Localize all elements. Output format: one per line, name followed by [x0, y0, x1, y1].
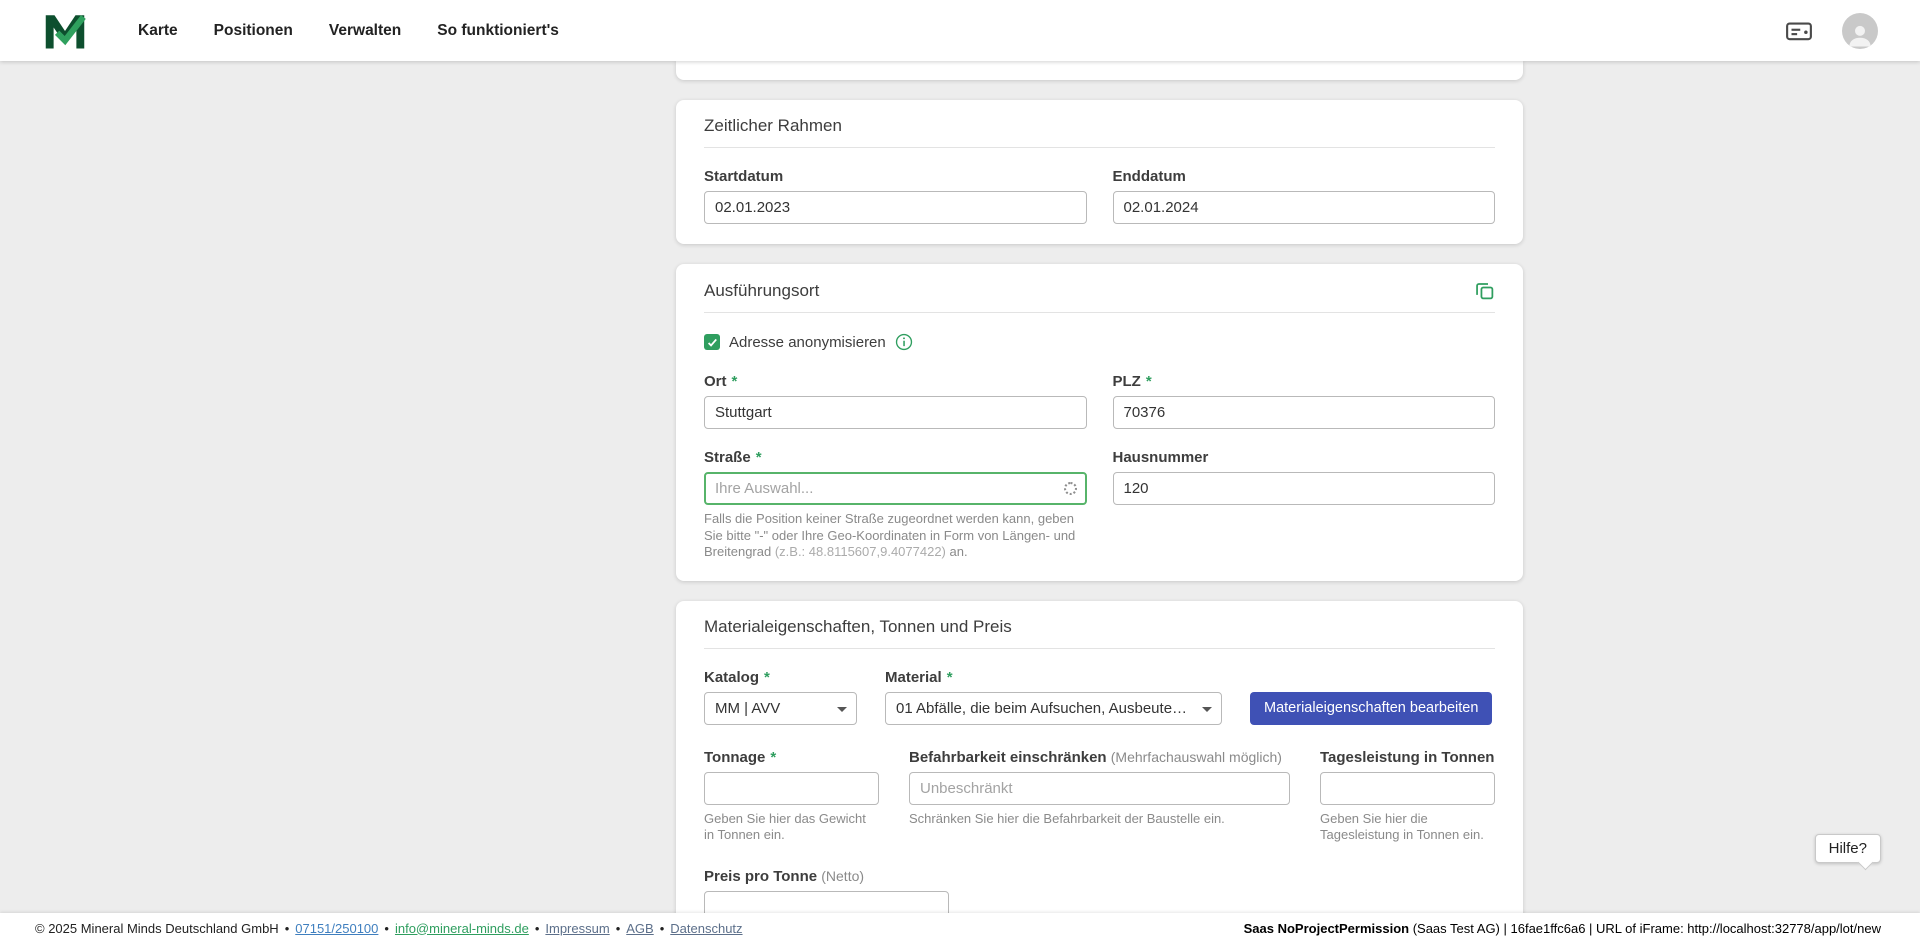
field-ort: Ort [704, 373, 1087, 429]
hausnummer-input[interactable] [1113, 472, 1496, 505]
footer-separator [610, 921, 627, 936]
ort-input[interactable] [704, 396, 1087, 429]
startdatum-input[interactable] [704, 191, 1087, 224]
user-avatar[interactable] [1842, 13, 1878, 49]
footer-copyright: © 2025 Mineral Minds Deutschland GmbH [35, 921, 279, 936]
footer-separator [529, 921, 546, 936]
katalog-select[interactable]: MM | AVV [704, 692, 857, 725]
copy-icon[interactable] [1474, 280, 1495, 301]
top-navbar: Karte Positionen Verwalten So funktionie… [0, 0, 1920, 61]
field-hausnummer: Hausnummer [1113, 449, 1496, 561]
card-title-text: Materialeigenschaften, Tonnen und Preis [704, 617, 1012, 637]
field-plz: PLZ [1113, 373, 1496, 429]
chevron-down-icon [1202, 707, 1212, 712]
card-title-text: Ausführungsort [704, 281, 819, 301]
mineral-minds-logo-icon[interactable] [44, 11, 86, 51]
befahrbarkeit-hint: (Mehrfachauswahl möglich) [1111, 749, 1282, 765]
tonnage-input[interactable] [704, 772, 879, 805]
field-strasse: Straße Falls die Position keiner Straße … [704, 449, 1087, 561]
anonymize-row: Adresse anonymisieren [704, 333, 1495, 351]
footer-left: © 2025 Mineral Minds Deutschland GmbH 07… [35, 921, 743, 936]
enddatum-label: Enddatum [1113, 168, 1496, 185]
anonymize-checkbox[interactable] [704, 334, 720, 350]
strasse-input[interactable] [704, 472, 1087, 505]
navbar-right [1782, 13, 1878, 49]
footer-phone-link[interactable]: 07151/250100 [295, 921, 378, 936]
footer-separator [279, 921, 296, 936]
ort-label: Ort [704, 373, 1087, 390]
field-enddatum: Enddatum [1113, 168, 1496, 224]
befahrbarkeit-label: Befahrbarkeit einschränken (Mehrfachausw… [909, 749, 1290, 766]
preis-input[interactable] [704, 891, 949, 914]
footer: © 2025 Mineral Minds Deutschland GmbH 07… [0, 913, 1920, 943]
footer-agb-link[interactable]: AGB [626, 921, 653, 936]
enddatum-input[interactable] [1113, 191, 1496, 224]
field-edit-material: Materialeigenschaften bearbeiten [1250, 692, 1492, 725]
card-ausfuehrungsort: Ausführungsort Adresse anonymisieren [676, 264, 1523, 581]
nav-item-so-funktionierts[interactable]: So funktioniert's [437, 22, 559, 40]
footer-environment-info: Saas NoProjectPermission (Saas Test AG) … [1244, 921, 1881, 936]
material-label: Material [885, 669, 1222, 686]
befahrbarkeit-input[interactable] [909, 772, 1290, 805]
tagesleistung-label: Tagesleistung in Tonnen [1320, 749, 1495, 766]
chevron-down-icon [837, 707, 847, 712]
card-zeitlicher-rahmen: Zeitlicher Rahmen Startdatum Enddatum [676, 100, 1523, 244]
card-title-text: Zeitlicher Rahmen [704, 116, 842, 136]
befahrbarkeit-helper-text: Schränken Sie hier die Befahrbarkeit der… [909, 811, 1290, 828]
field-startdatum: Startdatum [704, 168, 1087, 224]
footer-separator [378, 921, 395, 936]
footer-impressum-link[interactable]: Impressum [545, 921, 609, 936]
tagesleistung-helper-text: Geben Sie hier die Tagesleistung in Tonn… [1320, 811, 1495, 844]
katalog-label: Katalog [704, 669, 857, 686]
footer-datenschutz-link[interactable]: Datenschutz [670, 921, 742, 936]
field-befahrbarkeit: Befahrbarkeit einschränken (Mehrfachausw… [909, 749, 1290, 828]
strasse-label: Straße [704, 449, 1087, 466]
nav-item-karte[interactable]: Karte [138, 22, 178, 40]
material-select[interactable]: 01 Abfälle, die beim Aufsuchen, Ausbeute… [885, 692, 1222, 725]
plz-label: PLZ [1113, 373, 1496, 390]
tonnage-helper-text: Geben Sie hier das Gewicht in Tonnen ein… [704, 811, 879, 844]
footer-email-link[interactable]: info@mineral-minds.de [395, 921, 529, 936]
field-tagesleistung: Tagesleistung in Tonnen Geben Sie hier d… [1320, 749, 1495, 844]
info-icon[interactable] [895, 333, 913, 351]
loading-spinner-icon [1064, 482, 1077, 495]
hausnummer-label: Hausnummer [1113, 449, 1496, 466]
card-materialeigenschaften: Materialeigenschaften, Tonnen und Preis … [676, 601, 1523, 914]
edit-material-properties-button[interactable]: Materialeigenschaften bearbeiten [1250, 692, 1492, 725]
anonymize-label: Adresse anonymisieren [729, 334, 886, 351]
preis-hint: (Netto) [821, 868, 864, 884]
help-button[interactable]: Hilfe? [1815, 834, 1881, 863]
payment-card-icon[interactable] [1782, 14, 1816, 48]
field-material: Material 01 Abfälle, die beim Aufsuchen,… [885, 669, 1222, 725]
tonnage-label: Tonnage [704, 749, 879, 766]
nav-item-verwalten[interactable]: Verwalten [329, 22, 401, 40]
field-tonnage: Tonnage Geben Sie hier das Gewicht in To… [704, 749, 879, 844]
card-partial-top [676, 61, 1523, 80]
card-title: Zeitlicher Rahmen [704, 116, 1495, 148]
field-preis: Preis pro Tonne (Netto) [704, 868, 1495, 914]
main-scroll-area[interactable]: Zeitlicher Rahmen Startdatum Enddatum Au… [0, 61, 1920, 913]
tagesleistung-input[interactable] [1320, 772, 1495, 805]
main-nav: Karte Positionen Verwalten So funktionie… [138, 22, 559, 40]
plz-input[interactable] [1113, 396, 1496, 429]
field-katalog: Katalog MM | AVV [704, 669, 857, 725]
strasse-helper-text: Falls die Position keiner Straße zugeord… [704, 511, 1087, 561]
nav-item-positionen[interactable]: Positionen [214, 22, 293, 40]
startdatum-label: Startdatum [704, 168, 1087, 185]
preis-label: Preis pro Tonne (Netto) [704, 868, 1495, 885]
footer-separator [654, 921, 671, 936]
